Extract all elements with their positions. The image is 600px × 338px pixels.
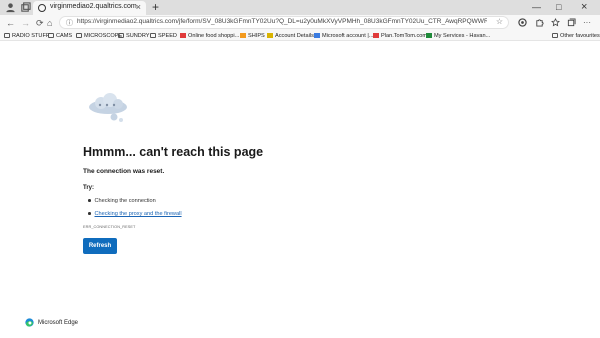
site-favicon-icon xyxy=(426,33,432,39)
try-label: Try: xyxy=(83,185,95,191)
bookmark-account-details[interactable]: Account Details xyxy=(267,31,314,41)
refresh-nav-button[interactable]: ⟳ xyxy=(36,17,44,29)
extension-icon[interactable] xyxy=(518,18,527,27)
folder-icon xyxy=(118,33,124,38)
bookmark-plan-tomtom[interactable]: Plan.TomTom.com xyxy=(373,31,427,41)
bookmark-folder-microscope[interactable]: MICROSCOPE xyxy=(76,31,122,41)
folder-icon xyxy=(48,33,54,38)
address-bar[interactable]: ⓘ https://virginmediao2.qualtrics.com/jf… xyxy=(59,16,509,29)
active-tab[interactable]: virginmediao2.qualtrics.com × xyxy=(33,1,146,15)
bookmark-folder-sundry[interactable]: SUNDRY xyxy=(118,31,150,41)
microsoft-edge-logo-icon xyxy=(25,318,34,327)
toolbar: ← → ⟳ ⌂ ⓘ https://virginmediao2.qualtric… xyxy=(0,15,600,31)
tab-favicon-icon xyxy=(38,4,46,12)
bookmark-folder-cams[interactable]: CAMS xyxy=(48,31,72,41)
favourites-icon[interactable] xyxy=(551,18,560,27)
url-text[interactable]: https://virginmediao2.qualtrics.com/jfe/… xyxy=(77,18,487,25)
proxy-firewall-link[interactable]: Checking the proxy and the firewall xyxy=(95,211,182,217)
error-heading: Hmmm... can't reach this page xyxy=(83,145,264,159)
bookmark-ships[interactable]: SHIPS xyxy=(240,31,265,41)
site-favicon-icon xyxy=(240,33,246,39)
tab-bar: virginmediao2.qualtrics.com × + — □ × xyxy=(0,0,600,15)
refresh-button[interactable]: Refresh xyxy=(83,238,117,254)
cloud-disconnected-icon xyxy=(89,93,127,122)
maximize-button[interactable]: □ xyxy=(556,1,561,13)
favourite-star-icon[interactable]: ☆ xyxy=(496,17,503,26)
site-favicon-icon xyxy=(373,33,379,39)
favourites-bar: RADIO STUFF CAMS MICROSCOPE SUNDRY SPEED… xyxy=(0,31,600,41)
error-reason: The connection was reset. xyxy=(83,168,165,175)
profile-icon[interactable] xyxy=(5,2,16,13)
forward-button[interactable]: → xyxy=(21,17,30,29)
folder-icon xyxy=(150,33,156,38)
back-button[interactable]: ← xyxy=(6,17,15,29)
tab-title: virginmediao2.qualtrics.com xyxy=(50,3,137,10)
bookmark-folder-speed[interactable]: SPEED xyxy=(150,31,177,41)
other-favourites[interactable]: Other favourites xyxy=(552,31,600,41)
home-button[interactable]: ⌂ xyxy=(47,17,52,29)
bullet-icon xyxy=(88,199,91,202)
folder-icon xyxy=(76,33,82,38)
bookmark-online-food[interactable]: Online food shoppi... xyxy=(180,31,239,41)
bookmark-microsoft-account[interactable]: Microsoft account |... xyxy=(314,31,374,41)
bullet-icon xyxy=(88,212,91,215)
bookmark-folder-radio-stuff[interactable]: RADIO STUFF xyxy=(4,31,49,41)
collections-icon[interactable] xyxy=(567,18,576,27)
tab-close-icon[interactable]: × xyxy=(136,2,141,13)
close-window-button[interactable]: × xyxy=(581,1,587,13)
site-favicon-icon xyxy=(314,33,320,39)
site-favicon-icon xyxy=(180,33,186,39)
minimize-button[interactable]: — xyxy=(532,1,541,13)
suggestion-check-connection: Checking the connection xyxy=(88,198,156,204)
extensions-puzzle-icon[interactable] xyxy=(535,18,544,27)
site-info-icon[interactable]: ⓘ xyxy=(66,18,73,28)
error-code: ERR_CONNECTION_RESET xyxy=(83,225,136,229)
workspaces-icon[interactable] xyxy=(20,2,31,13)
site-favicon-icon xyxy=(267,33,273,39)
brand-label: Microsoft Edge xyxy=(38,320,79,326)
folder-icon xyxy=(552,33,558,38)
suggestion-check-proxy[interactable]: Checking the proxy and the firewall xyxy=(88,211,182,217)
folder-icon xyxy=(4,33,10,38)
more-menu-icon[interactable]: ··· xyxy=(583,17,591,29)
bookmark-my-services[interactable]: My Services - Havan... xyxy=(426,31,490,41)
new-tab-button[interactable]: + xyxy=(152,0,159,14)
